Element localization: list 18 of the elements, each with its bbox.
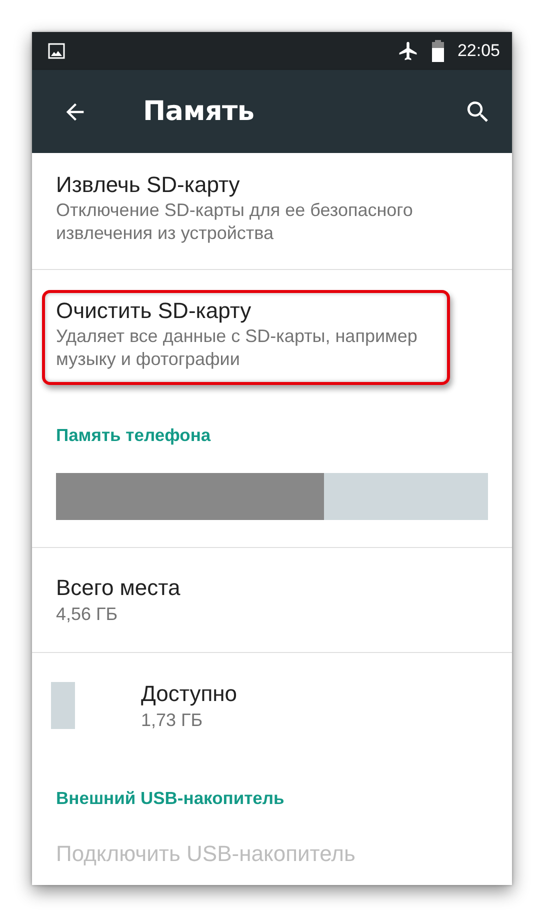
clock-time: 22:05 xyxy=(457,41,500,61)
airplane-icon xyxy=(397,40,420,62)
item-title: Подключить USB-накопитель xyxy=(56,840,356,868)
item-title: Извлечь SD-карту xyxy=(56,171,241,199)
image-notification-icon xyxy=(48,43,65,59)
stat-title: Доступно xyxy=(141,680,238,708)
settings-item[interactable]: Очистить SD-карту Удаляет все данные с SD-карты, например музыку и фотографии xyxy=(32,270,512,395)
section-header: Внешний USB-накопитель xyxy=(55,787,286,810)
screen-title: Память xyxy=(143,96,256,127)
stat-value: 1,73 ГБ xyxy=(141,709,204,732)
item-summary: Удаляет все данные с SD-карты, например музыку и фотографии xyxy=(56,325,418,371)
stat-title: Всего места xyxy=(56,574,180,602)
settings-item[interactable]: Извлечь SD-карту Отключение SD-карты для ее безопасного извлечения из устройства xyxy=(32,153,512,269)
item-summary: Отключение SD-карты для ее безопасного извлечения из устройства xyxy=(56,199,414,245)
section-header: Память телефона xyxy=(55,424,212,447)
item-title: Очистить SD-карту xyxy=(56,297,252,325)
battery-icon xyxy=(431,39,446,63)
stat-value: 4,56 ГБ xyxy=(56,603,119,626)
